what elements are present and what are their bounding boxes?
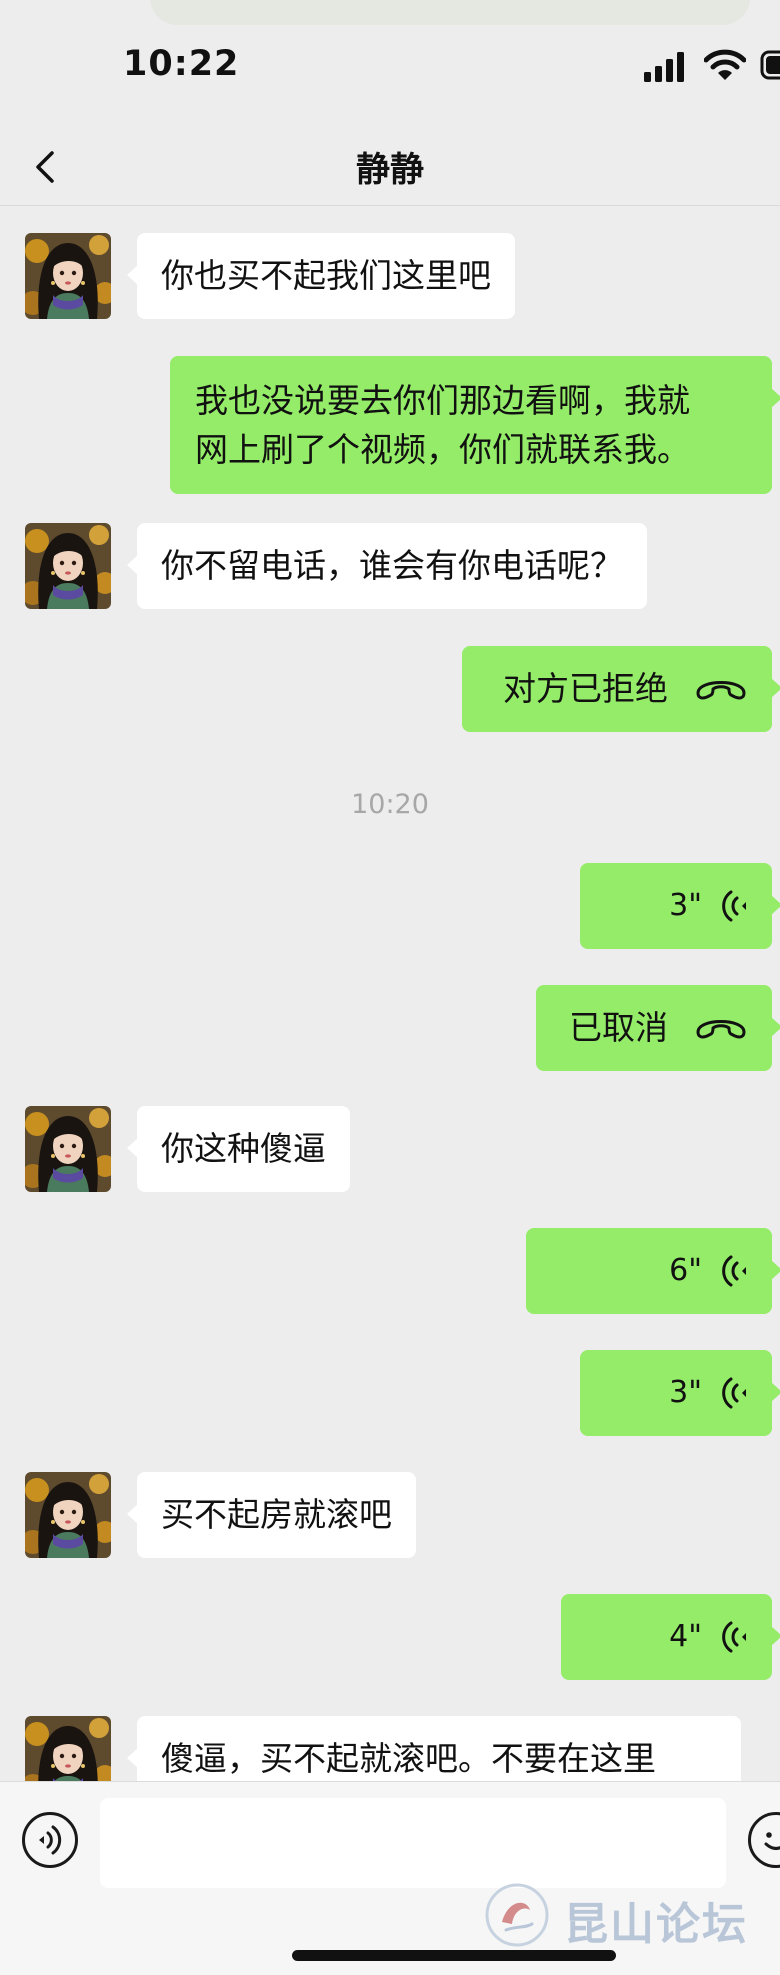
call-record-bubble[interactable]: 对方已拒绝 [462,646,780,732]
voice-message-bubble[interactable]: 6" [526,1228,780,1314]
message-timestamp: 10:20 [351,789,429,820]
voice-mode-icon [39,1825,62,1855]
incoming-text-bubble[interactable]: 傻逼，买不起就滚吧。不要在这里 [127,1716,741,1781]
contact-avatar[interactable] [25,1716,111,1781]
wifi-icon [704,49,746,80]
message-text-line: 我也没说要去你们那边看啊，我就 [195,381,690,420]
contact-avatar[interactable] [25,523,111,609]
voice-wave-icon [722,1255,746,1286]
call-status-text: 已取消 [569,1008,668,1047]
battery-icon [760,50,780,80]
voice-duration: 3" [669,888,702,923]
voice-wave-icon [722,1377,746,1408]
phone-hangup-icon [696,680,746,699]
incoming-text-bubble[interactable]: 你不留电话，谁会有你电话呢？ [127,523,647,609]
message-text-line: 网上刷了个视频，你们就联系我。 [195,430,690,469]
incoming-text-bubble[interactable]: 你这种傻逼 [127,1106,350,1192]
voice-input-toggle-button[interactable] [22,1812,78,1868]
message-text: 你这种傻逼 [161,1129,326,1168]
voice-duration: 3" [669,1375,702,1410]
message-input[interactable] [100,1798,726,1888]
emoji-button[interactable] [748,1812,780,1868]
message-text: 买不起房就滚吧 [161,1495,392,1534]
voice-message-bubble[interactable]: 4" [561,1594,780,1680]
voice-duration: 6" [669,1253,702,1288]
input-bar: 昆山论坛 [0,1781,780,1975]
voice-duration: 4" [669,1619,702,1654]
emoji-icon [764,1832,780,1850]
contact-avatar[interactable] [25,1472,111,1558]
chat-header: 静静 [0,130,780,206]
watermark-logo-icon [485,1883,549,1947]
status-time: 10:22 [123,44,240,84]
contact-avatar[interactable] [25,233,111,319]
message-text: 傻逼，买不起就滚吧。不要在这里 [161,1739,656,1778]
phone-hangup-icon [696,1019,746,1038]
voice-wave-icon [722,890,746,921]
forum-watermark: 昆山论坛 [482,1880,780,1956]
incoming-text-bubble[interactable]: 买不起房就滚吧 [127,1472,416,1558]
watermark-text: 昆山论坛 [564,1899,748,1950]
message-text: 你不留电话，谁会有你电话呢？ [161,546,623,585]
message-list[interactable]: 你也买不起我们这里吧 我也没说要去你们那边看啊，我就 网上刷了个视频，你们就联系… [0,207,780,1781]
home-indicator[interactable] [292,1950,616,1961]
message-text: 你也买不起我们这里吧 [161,256,491,295]
contact-name: 静静 [356,150,424,190]
incoming-text-bubble[interactable]: 你也买不起我们这里吧 [127,233,515,319]
status-bar: 10:22 [0,0,780,130]
status-bar-glow [150,0,750,25]
call-record-bubble[interactable]: 已取消 [536,985,780,1071]
voice-wave-icon [722,1621,746,1652]
call-status-text: 对方已拒绝 [503,669,668,708]
contact-avatar[interactable] [25,1106,111,1192]
voice-message-bubble[interactable]: 3" [580,863,780,949]
cellular-signal-icon [644,52,684,82]
voice-message-bubble[interactable]: 3" [580,1350,780,1436]
outgoing-text-bubble[interactable]: 我也没说要去你们那边看啊，我就 网上刷了个视频，你们就联系我。 [170,356,780,494]
